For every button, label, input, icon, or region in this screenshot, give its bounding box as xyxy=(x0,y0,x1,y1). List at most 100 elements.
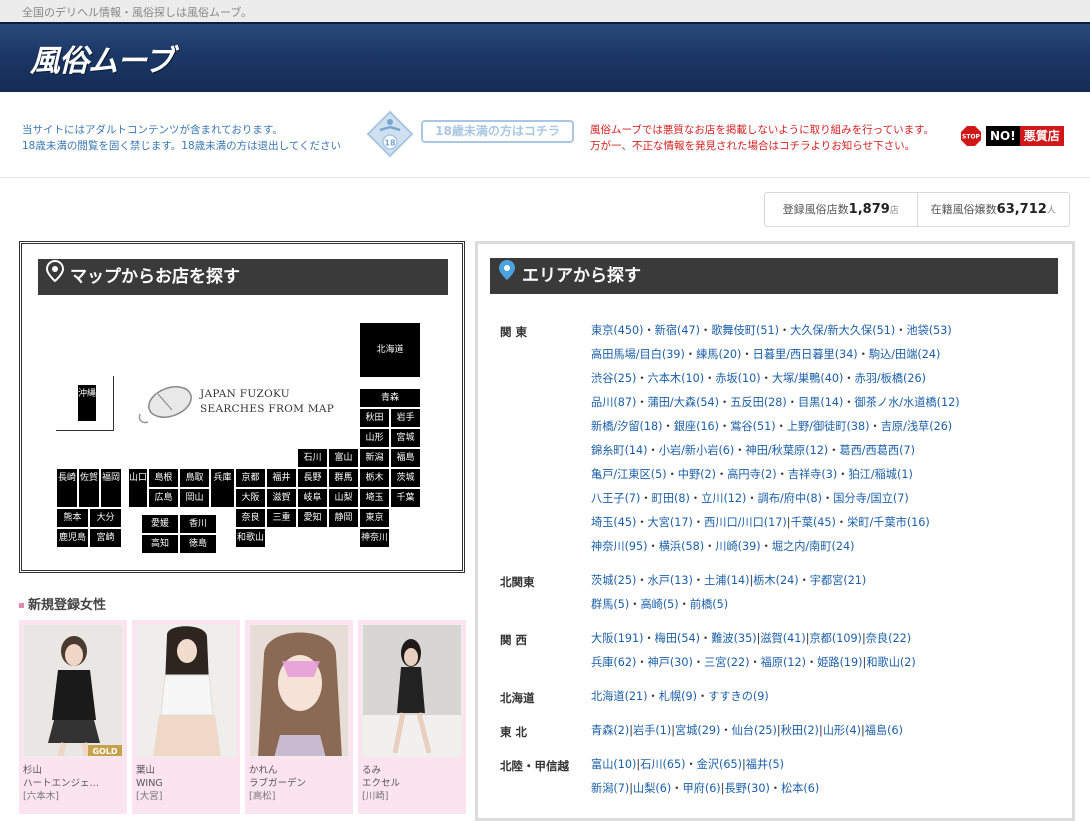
area-link[interactable]: 宮城(29) xyxy=(675,724,720,737)
pref-toyama[interactable]: 富山 xyxy=(328,448,359,468)
area-link[interactable]: 大宮(17) xyxy=(648,516,693,529)
site-logo[interactable]: 風俗ムーブ xyxy=(30,36,174,80)
area-link[interactable]: 目黒(14) xyxy=(798,396,843,409)
pref-kumamoto[interactable]: 熊本 xyxy=(56,508,89,528)
pref-niigata[interactable]: 新潟 xyxy=(359,448,390,468)
area-link[interactable]: 埼玉(45) xyxy=(591,516,636,529)
area-link-line[interactable]: 亀戸/江東区(5)・中野(2)・高円寺(2)・吉祥寺(3)・狛江/稲城(1) xyxy=(591,463,1061,487)
pref-wakayama[interactable]: 和歌山 xyxy=(235,528,266,548)
area-link[interactable]: 兵庫(62) xyxy=(591,656,636,669)
new-girl-card[interactable]: かれん ラブガーデン [高松] xyxy=(245,620,353,814)
pref-akita[interactable]: 秋田 xyxy=(359,408,390,428)
area-link[interactable]: 調布/府中(8) xyxy=(758,492,822,505)
new-girl-card[interactable]: 葉山 WING [大宮] xyxy=(132,620,240,814)
area-link[interactable]: 水戸(13) xyxy=(648,574,693,587)
area-link[interactable]: 群馬(5) xyxy=(591,598,629,611)
girl-photo[interactable] xyxy=(362,624,462,757)
under18-button[interactable]: 18歳未満の方はコチラ xyxy=(421,120,574,143)
no-bad-shop-badge[interactable]: NO! 悪質店 xyxy=(986,126,1064,146)
area-link[interactable]: 山形(4) xyxy=(823,724,861,737)
area-link[interactable]: 銀座(16) xyxy=(674,420,719,433)
girl-shop[interactable]: ラブガーデン xyxy=(249,777,349,790)
area-link[interactable]: 前橋(5) xyxy=(690,598,728,611)
area-link[interactable]: 甲府(6) xyxy=(682,782,720,795)
girl-name[interactable]: 葉山 xyxy=(136,764,236,777)
area-link[interactable]: 川崎(39) xyxy=(715,540,760,553)
area-link[interactable]: 青森(2) xyxy=(591,724,629,737)
area-link[interactable]: 栃木(24) xyxy=(753,574,798,587)
area-link[interactable]: 土浦(14) xyxy=(704,574,749,587)
area-link[interactable]: 渋谷(25) xyxy=(591,372,636,385)
area-link[interactable]: 赤羽/板橋(26) xyxy=(855,372,927,385)
area-link-line[interactable]: 富山(10)|石川(65)・金沢(65)|福井(5) xyxy=(591,753,1061,777)
area-link[interactable]: 千葉(45) xyxy=(791,516,836,529)
area-link[interactable]: 福原(12) xyxy=(761,656,806,669)
area-link[interactable]: 堀之内/南町(24) xyxy=(772,540,855,553)
area-link[interactable]: 赤坂(10) xyxy=(715,372,760,385)
pref-yamagata[interactable]: 山形 xyxy=(359,428,390,448)
pref-ibaraki[interactable]: 茨城 xyxy=(390,468,421,488)
pref-yamanashi[interactable]: 山梨 xyxy=(328,488,359,508)
area-link[interactable]: 神奈川(95) xyxy=(591,540,648,553)
area-link[interactable]: 仙台(25) xyxy=(732,724,777,737)
area-link[interactable]: 蒲田/大森(54) xyxy=(648,396,720,409)
area-link[interactable]: 金沢(65) xyxy=(697,758,742,771)
area-link[interactable]: 京都(109) xyxy=(809,632,861,645)
area-link-line[interactable]: 八王子(7)・町田(8)・立川(12)・調布/府中(8)・国分寺/国立(7) xyxy=(591,487,1061,511)
new-girl-card[interactable]: るみ エクセル [川崎] xyxy=(358,620,466,814)
area-link-line[interactable]: 神奈川(95)・横浜(58)・川崎(39)・堀之内/南町(24) xyxy=(591,535,1061,559)
area-link[interactable]: 福井(5) xyxy=(746,758,784,771)
area-link[interactable]: 姫路(19) xyxy=(817,656,862,669)
pref-miyagi[interactable]: 宮城 xyxy=(390,428,421,448)
area-link[interactable]: 和歌山(2) xyxy=(866,656,915,669)
pref-okayama[interactable]: 岡山 xyxy=(179,488,210,508)
area-link[interactable]: 神田/秋葉原(12) xyxy=(746,444,829,457)
pref-nara[interactable]: 奈良 xyxy=(235,508,266,528)
pref-iwate[interactable]: 岩手 xyxy=(390,408,421,428)
area-link-line[interactable]: 錦糸町(14)・小岩/新小岩(6)・神田/秋葉原(12)・葛西/西葛西(7) xyxy=(591,439,1061,463)
area-link[interactable]: 立川(12) xyxy=(701,492,746,505)
pref-hyogo[interactable]: 兵庫 xyxy=(210,468,235,508)
girl-shop[interactable]: エクセル xyxy=(362,777,462,790)
area-link[interactable]: 六本木(10) xyxy=(648,372,705,385)
area-link[interactable]: すすきの(9) xyxy=(708,690,769,703)
pref-tokyo[interactable]: 東京 xyxy=(359,508,390,528)
area-link[interactable]: 八王子(7) xyxy=(591,492,640,505)
pref-tokushima[interactable]: 徳島 xyxy=(179,534,217,554)
pref-mie[interactable]: 三重 xyxy=(266,508,297,528)
pref-yamaguchi[interactable]: 山口 xyxy=(128,468,148,508)
pref-okinawa[interactable]: 沖縄 xyxy=(77,384,97,422)
area-link[interactable]: 横浜(58) xyxy=(659,540,704,553)
pref-chiba[interactable]: 千葉 xyxy=(390,488,421,508)
area-link[interactable]: 大阪(191) xyxy=(591,632,643,645)
girl-photo[interactable]: GOLD xyxy=(23,624,123,757)
area-link[interactable]: 大塚/巣鴨(40) xyxy=(772,372,844,385)
area-link[interactable]: 岩手(1) xyxy=(633,724,671,737)
pref-gunma[interactable]: 群馬 xyxy=(328,468,359,488)
pref-nagano[interactable]: 長野 xyxy=(297,468,328,488)
pref-saitama[interactable]: 埼玉 xyxy=(359,488,390,508)
area-link[interactable]: 町田(8) xyxy=(652,492,690,505)
area-link[interactable]: 錦糸町(14) xyxy=(591,444,648,457)
area-link[interactable]: 中野(2) xyxy=(678,468,716,481)
bad-shop-warning-line2[interactable]: 万が一、不正な情報を発見された場合はコチラよりお知らせ下さい。 xyxy=(590,138,934,154)
area-link[interactable]: 秋田(2) xyxy=(781,724,819,737)
pref-hokkaido[interactable]: 北海道 xyxy=(359,322,421,378)
area-link[interactable]: 亀戸/江東区(5) xyxy=(591,468,667,481)
girl-photo[interactable] xyxy=(249,624,349,757)
area-link[interactable]: 滋賀(41) xyxy=(760,632,805,645)
area-link[interactable]: 松本(6) xyxy=(781,782,819,795)
pref-fukui[interactable]: 福井 xyxy=(266,468,297,488)
pref-fukushima[interactable]: 福島 xyxy=(390,448,421,468)
area-link[interactable]: 葛西/西葛西(7) xyxy=(839,444,915,457)
area-link[interactable]: 富山(10) xyxy=(591,758,636,771)
area-link[interactable]: 吉原/浅草(26) xyxy=(881,420,953,433)
area-link[interactable]: 御茶ノ水/水道橋(12) xyxy=(855,396,960,409)
area-link[interactable]: 茨城(25) xyxy=(591,574,636,587)
area-link[interactable]: 品川(87) xyxy=(591,396,636,409)
girl-shop[interactable]: WING xyxy=(136,777,236,790)
pref-miyazaki[interactable]: 宮崎 xyxy=(89,528,122,548)
pref-oita[interactable]: 大分 xyxy=(89,508,122,528)
girl-name[interactable]: 杉山 xyxy=(23,764,123,777)
area-link[interactable]: 福島(6) xyxy=(865,724,903,737)
